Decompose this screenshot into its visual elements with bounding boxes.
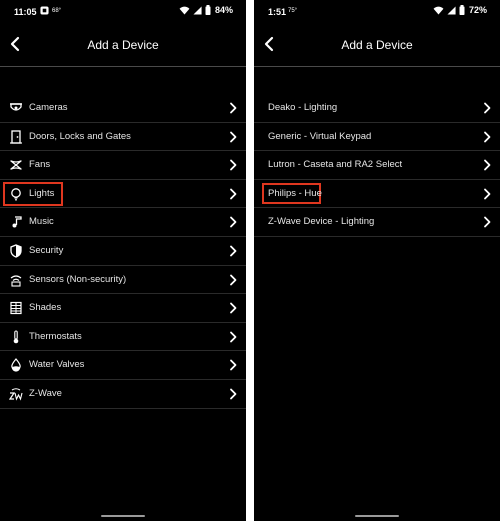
status-time: 1:51: [268, 7, 287, 17]
water-drop-icon: [11, 358, 21, 372]
list-item-label: Thermostats: [29, 330, 82, 342]
wifi-icon: [433, 6, 444, 15]
phone-screen-right: 1:51 75° 72% Add a Device Deako - Lighti…: [254, 0, 500, 521]
list-item-label: Lights: [29, 187, 55, 199]
phone-screen-left: 11:05 68° 84% Add a Device Cameras Doors…: [0, 0, 246, 521]
list-item-label: Fans: [29, 159, 51, 171]
list-item-label: Music: [29, 216, 54, 228]
status-temperature: 68°: [52, 8, 62, 14]
chevron-right-icon: [230, 359, 237, 371]
zwave-icon: [9, 388, 23, 401]
shield-icon: [10, 244, 22, 258]
list-item-label: Security: [29, 244, 64, 256]
home-indicator[interactable]: [101, 515, 145, 517]
app-bar: Add a Device: [254, 22, 500, 67]
list-item-thermostats[interactable]: Thermostats: [0, 323, 246, 352]
list-item-label: Philips - Hue: [268, 187, 322, 199]
camera-icon: [10, 103, 22, 111]
sensor-icon: [10, 274, 22, 287]
list-item-shades[interactable]: Shades: [0, 294, 246, 323]
chevron-right-icon: [230, 159, 237, 171]
list-item-cameras[interactable]: Cameras: [0, 94, 246, 123]
list-item-label: Lutron - Caseta and RA2 Select: [268, 159, 403, 171]
battery-icon: [459, 5, 465, 15]
status-time: 11:05: [14, 7, 37, 17]
lighting-device-list: Deako - Lighting Generic - Virtual Keypa…: [254, 94, 500, 237]
music-note-icon: [12, 216, 22, 228]
list-item-label: Sensors (Non-security): [29, 273, 127, 285]
battery-percentage: 72%: [468, 5, 487, 15]
app-bar: Add a Device: [0, 22, 246, 67]
list-item-deako[interactable]: Deako - Lighting: [254, 94, 500, 123]
lightbulb-icon: [11, 187, 21, 201]
chevron-right-icon: [484, 102, 491, 114]
list-item-zwave-lighting[interactable]: Z-Wave Device - Lighting: [254, 208, 500, 237]
list-item-doors[interactable]: Doors, Locks and Gates: [0, 123, 246, 152]
status-bar: 1:51 75° 72%: [254, 0, 500, 22]
device-category-list: Cameras Doors, Locks and Gates Fans Ligh…: [0, 94, 246, 409]
cellular-signal-icon: [447, 5, 456, 15]
chevron-right-icon: [230, 188, 237, 200]
list-item-generic-keypad[interactable]: Generic - Virtual Keypad: [254, 123, 500, 152]
list-item-music[interactable]: Music: [0, 208, 246, 237]
list-item-lutron[interactable]: Lutron - Caseta and RA2 Select: [254, 151, 500, 180]
chevron-right-icon: [484, 216, 491, 228]
chevron-right-icon: [230, 302, 237, 314]
list-item-label: Z-Wave: [29, 387, 62, 399]
chevron-right-icon: [230, 102, 237, 114]
chevron-right-icon: [230, 274, 237, 285]
shades-icon: [10, 302, 22, 315]
chevron-right-icon: [230, 131, 237, 142]
battery-icon: [205, 5, 211, 15]
chevron-right-icon: [484, 188, 491, 200]
list-item-lights[interactable]: Lights: [0, 180, 246, 209]
status-bar: 11:05 68° 84%: [0, 0, 246, 22]
page-title: Add a Device: [87, 38, 159, 52]
page-title: Add a Device: [341, 38, 413, 52]
list-item-label: Z-Wave Device - Lighting: [268, 216, 375, 228]
chevron-right-icon: [484, 159, 491, 171]
list-item-sensors[interactable]: Sensors (Non-security): [0, 266, 246, 295]
door-icon: [10, 129, 22, 144]
list-item-philips-hue[interactable]: Philips - Hue: [254, 180, 500, 209]
chevron-right-icon: [230, 388, 237, 400]
list-item-label: Water Valves: [29, 359, 85, 371]
cellular-signal-icon: [193, 5, 202, 15]
wifi-icon: [179, 6, 190, 15]
chevron-right-icon: [230, 216, 237, 228]
list-item-fans[interactable]: Fans: [0, 151, 246, 180]
home-indicator[interactable]: [355, 515, 399, 517]
fan-icon: [10, 160, 22, 170]
status-temperature: 75°: [288, 8, 298, 14]
list-item-zwave[interactable]: Z-Wave: [0, 380, 246, 409]
list-item-label: Shades: [29, 302, 62, 314]
list-item-label: Deako - Lighting: [268, 102, 338, 113]
battery-percentage: 84%: [214, 5, 233, 15]
list-item-security[interactable]: Security: [0, 237, 246, 266]
list-item-label: Doors, Locks and Gates: [29, 130, 131, 142]
list-item-label: Cameras: [29, 102, 68, 113]
list-item-water-valves[interactable]: Water Valves: [0, 351, 246, 380]
notification-icon: [40, 6, 49, 15]
chevron-right-icon: [484, 131, 491, 142]
list-item-label: Generic - Virtual Keypad: [268, 130, 372, 142]
chevron-right-icon: [230, 245, 237, 257]
chevron-right-icon: [230, 331, 237, 343]
thermometer-icon: [13, 330, 19, 344]
